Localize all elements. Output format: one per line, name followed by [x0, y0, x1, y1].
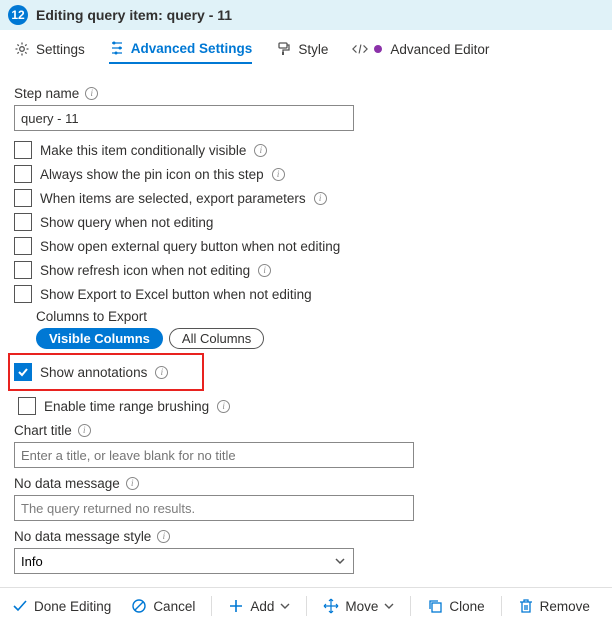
done-editing-button[interactable]: Done Editing [4, 594, 119, 618]
chevron-down-icon [280, 601, 290, 611]
info-icon[interactable]: i [254, 144, 267, 157]
show-query-label: Show query when not editing [40, 215, 213, 230]
step-name-input[interactable] [14, 105, 354, 131]
sliders-icon [109, 40, 125, 56]
step-name-label: Step name [14, 86, 79, 101]
tab-advanced-editor-label: Advanced Editor [390, 42, 489, 57]
show-external-label: Show open external query button when not… [40, 239, 340, 254]
no-data-label: No data message [14, 476, 120, 491]
show-refresh-label: Show refresh icon when not editing [40, 263, 250, 278]
always-pin-checkbox[interactable] [14, 165, 32, 183]
cancel-icon [131, 598, 147, 614]
clone-button[interactable]: Clone [419, 594, 492, 618]
show-external-checkbox[interactable] [14, 237, 32, 255]
plus-icon [228, 598, 244, 614]
show-export-excel-label: Show Export to Excel button when not edi… [40, 287, 312, 302]
divider [501, 596, 502, 616]
export-params-checkbox[interactable] [14, 189, 32, 207]
divider [211, 596, 212, 616]
divider [306, 596, 307, 616]
no-data-style-label-row: No data message style i [14, 529, 598, 544]
info-icon[interactable]: i [157, 530, 170, 543]
enable-brushing-checkbox[interactable] [18, 397, 36, 415]
tab-bar: Settings Advanced Settings Style Advance… [0, 30, 612, 64]
tab-style[interactable]: Style [276, 41, 328, 63]
tab-advanced-editor[interactable]: Advanced Editor [352, 41, 489, 63]
move-label: Move [345, 599, 378, 614]
clone-icon [427, 598, 443, 614]
chart-title-label: Chart title [14, 423, 72, 438]
code-icon [352, 41, 368, 57]
tab-advanced-settings[interactable]: Advanced Settings [109, 40, 253, 64]
columns-export-label: Columns to Export [36, 309, 598, 324]
conditionally-visible-label: Make this item conditionally visible [40, 143, 246, 158]
step-number-badge: 12 [8, 5, 28, 25]
cancel-button[interactable]: Cancel [123, 594, 203, 618]
move-icon [323, 598, 339, 614]
editor-header: 12 Editing query item: query - 11 [0, 0, 612, 30]
info-icon[interactable]: i [314, 192, 327, 205]
tab-style-label: Style [298, 42, 328, 57]
columns-export-section: Columns to Export Visible Columns All Co… [36, 309, 598, 349]
no-data-style-select[interactable] [14, 548, 354, 574]
add-label: Add [250, 599, 274, 614]
pill-all-columns[interactable]: All Columns [169, 328, 264, 349]
trash-icon [518, 598, 534, 614]
info-icon[interactable]: i [85, 87, 98, 100]
bottom-toolbar: Done Editing Cancel Add Move Clone [0, 587, 612, 624]
pill-visible-columns[interactable]: Visible Columns [36, 328, 163, 349]
paint-icon [276, 41, 292, 57]
no-data-style-label: No data message style [14, 529, 151, 544]
no-data-style-select-wrap [14, 548, 354, 574]
export-params-label: When items are selected, export paramete… [40, 191, 306, 206]
info-icon[interactable]: i [258, 264, 271, 277]
header-title: Editing query item: query - 11 [36, 7, 232, 23]
remove-label: Remove [540, 599, 590, 614]
chart-title-input[interactable] [14, 442, 414, 468]
gear-icon [14, 41, 30, 57]
tab-advanced-label: Advanced Settings [131, 41, 253, 56]
content-area: Step name i Make this item conditionally… [0, 64, 612, 634]
info-icon[interactable]: i [155, 366, 168, 379]
show-export-excel-checkbox[interactable] [14, 285, 32, 303]
info-icon[interactable]: i [126, 477, 139, 490]
no-data-input[interactable] [14, 495, 414, 521]
info-icon[interactable]: i [78, 424, 91, 437]
move-button[interactable]: Move [315, 594, 402, 618]
show-query-checkbox[interactable] [14, 213, 32, 231]
add-button[interactable]: Add [220, 594, 298, 618]
info-icon[interactable]: i [272, 168, 285, 181]
status-dot-icon [374, 45, 382, 53]
done-editing-label: Done Editing [34, 599, 111, 614]
enable-brushing-label: Enable time range brushing [44, 399, 209, 414]
chart-title-label-row: Chart title i [14, 423, 598, 438]
tab-settings-label: Settings [36, 42, 85, 57]
show-refresh-checkbox[interactable] [14, 261, 32, 279]
no-data-label-row: No data message i [14, 476, 598, 491]
divider [410, 596, 411, 616]
clone-label: Clone [449, 599, 484, 614]
info-icon[interactable]: i [217, 400, 230, 413]
cancel-label: Cancel [153, 599, 195, 614]
remove-button[interactable]: Remove [510, 594, 598, 618]
highlight-box: Show annotations i [8, 353, 204, 391]
show-annotations-checkbox[interactable] [14, 363, 32, 381]
step-name-label-row: Step name i [14, 86, 598, 101]
show-annotations-label: Show annotations [40, 365, 147, 380]
conditionally-visible-checkbox[interactable] [14, 141, 32, 159]
pill-group: Visible Columns All Columns [36, 328, 598, 349]
check-icon [12, 598, 28, 614]
tab-settings[interactable]: Settings [14, 41, 85, 63]
always-pin-label: Always show the pin icon on this step [40, 167, 264, 182]
chevron-down-icon [384, 601, 394, 611]
